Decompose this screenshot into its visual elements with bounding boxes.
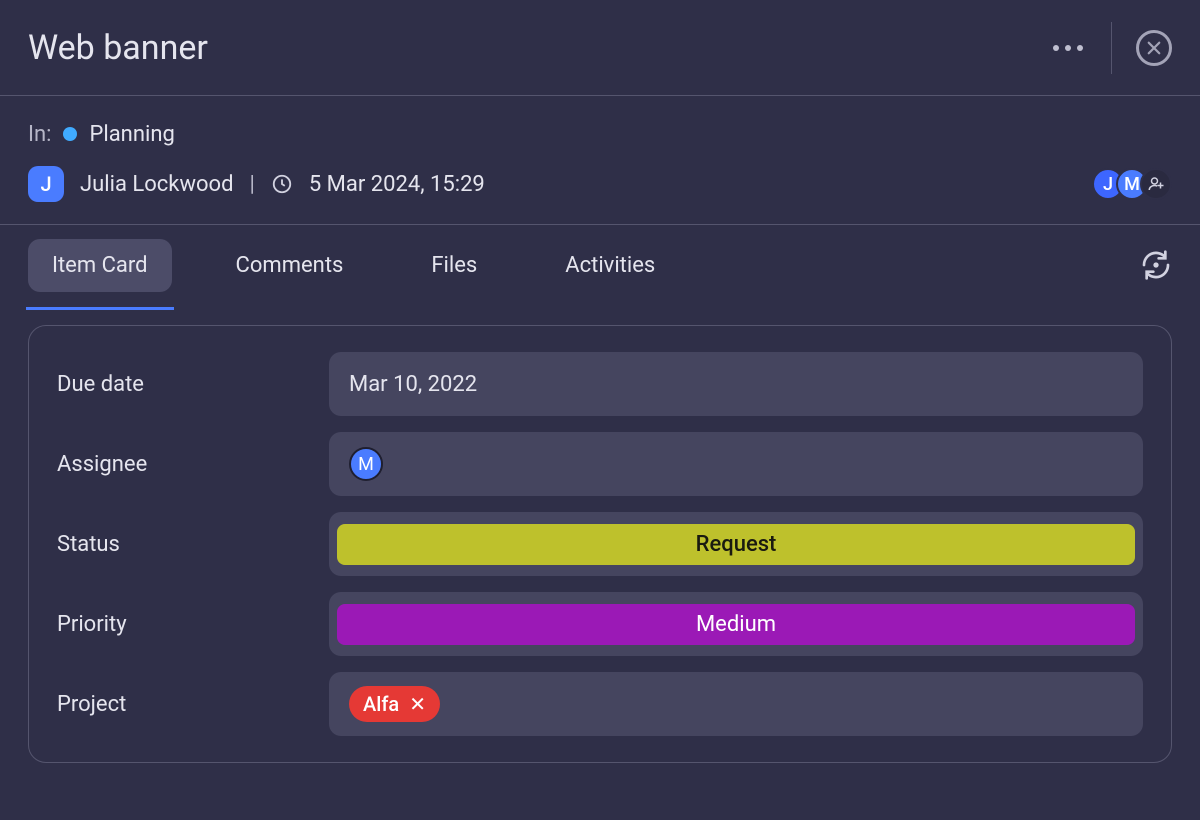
field-label-project: Project (57, 692, 305, 717)
stage-dot-icon (63, 127, 77, 141)
page-title: Web banner (28, 28, 208, 68)
tab-activities[interactable]: Activities (541, 239, 679, 292)
priority-pill: Medium (337, 604, 1135, 645)
field-value-priority[interactable]: Medium (329, 592, 1143, 656)
tabs-row: Item Card Comments Files Activities (0, 225, 1200, 305)
tab-files[interactable]: Files (407, 239, 501, 292)
stage-name[interactable]: Planning (89, 122, 174, 147)
divider (1111, 22, 1112, 74)
more-options-icon[interactable] (1053, 45, 1083, 51)
field-project: Project Alfa ✕ (57, 672, 1143, 736)
field-priority: Priority Medium (57, 592, 1143, 656)
header-actions (1053, 22, 1172, 74)
tab-item-card[interactable]: Item Card (28, 239, 172, 292)
author-row: J Julia Lockwood | 5 Mar 2024, 15:29 J M (28, 156, 1172, 212)
field-label-due-date: Due date (57, 372, 305, 397)
meta-section: In: Planning J Julia Lockwood | 5 Mar 20… (0, 96, 1200, 225)
author-name[interactable]: Julia Lockwood (80, 172, 233, 197)
status-pill: Request (337, 524, 1135, 565)
item-card-panel: Due date Mar 10, 2022 Assignee M Status … (28, 325, 1172, 763)
field-value-assignee[interactable]: M (329, 432, 1143, 496)
watchers: J M (1092, 168, 1172, 200)
field-value-project[interactable]: Alfa ✕ (329, 672, 1143, 736)
remove-project-icon[interactable]: ✕ (409, 692, 426, 716)
project-chip[interactable]: Alfa ✕ (349, 686, 440, 722)
add-watcher-button[interactable] (1140, 168, 1172, 200)
stage-row: In: Planning (28, 112, 1172, 156)
field-label-status: Status (57, 532, 305, 557)
tab-comments[interactable]: Comments (212, 239, 368, 292)
in-label: In: (28, 122, 51, 147)
header: Web banner (0, 0, 1200, 96)
author-avatar[interactable]: J (28, 166, 64, 202)
timestamp: 5 Mar 2024, 15:29 (309, 172, 485, 197)
tabs: Item Card Comments Files Activities (28, 239, 679, 292)
field-due-date: Due date Mar 10, 2022 (57, 352, 1143, 416)
field-status: Status Request (57, 512, 1143, 576)
field-label-priority: Priority (57, 612, 305, 637)
field-value-status[interactable]: Request (329, 512, 1143, 576)
field-label-assignee: Assignee (57, 452, 305, 477)
close-icon[interactable] (1136, 30, 1172, 66)
clock-icon (271, 173, 293, 195)
author-block: J Julia Lockwood | 5 Mar 2024, 15:29 (28, 166, 485, 202)
assignee-avatar[interactable]: M (349, 447, 383, 481)
due-date-text: Mar 10, 2022 (349, 372, 477, 397)
refresh-icon[interactable] (1140, 249, 1172, 281)
separator: | (249, 172, 254, 197)
field-value-due-date[interactable]: Mar 10, 2022 (329, 352, 1143, 416)
project-chip-label: Alfa (363, 692, 399, 716)
field-assignee: Assignee M (57, 432, 1143, 496)
